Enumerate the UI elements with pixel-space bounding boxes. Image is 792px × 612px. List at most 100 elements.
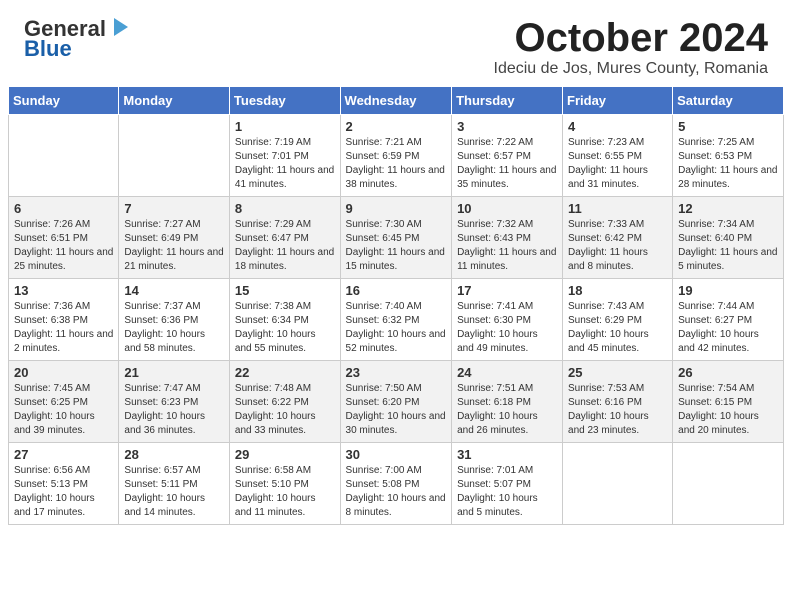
table-row: 15Sunrise: 7:38 AM Sunset: 6:34 PM Dayli… bbox=[229, 279, 340, 361]
day-number: 22 bbox=[235, 365, 335, 380]
calendar-wrapper: Sunday Monday Tuesday Wednesday Thursday… bbox=[0, 86, 792, 533]
col-sunday: Sunday bbox=[9, 87, 119, 115]
logo-arrow-icon bbox=[108, 16, 130, 38]
calendar-table: Sunday Monday Tuesday Wednesday Thursday… bbox=[8, 86, 784, 525]
day-info: Sunrise: 7:40 AM Sunset: 6:32 PM Dayligh… bbox=[346, 300, 447, 356]
table-row: 27 Sunrise: 6:56 AM Sunset: 5:13 PM Dayli… bbox=[9, 443, 119, 525]
day-number: 28 bbox=[124, 447, 224, 462]
day-info: Sunrise: 7:34 AM Sunset: 6:40 PM Dayligh… bbox=[678, 218, 778, 274]
day-info: Sunrise: 7:22 AM Sunset: 6:57 PM Dayligh… bbox=[457, 136, 557, 192]
table-row: 19 Sunrise: 7:44 AM Sunset: 6:27 PM Dayli… bbox=[673, 279, 784, 361]
table-row: 1 Sunrise: 7:19 AM Sunset: 7:01 PM Daylig… bbox=[229, 115, 340, 197]
table-row: 20 Sunrise: 7:45 AM Sunset: 6:25 PM Dayli… bbox=[9, 361, 119, 443]
day-number: 8 bbox=[235, 201, 335, 216]
table-row: 23 Sunrise: 7:50 AM Sunset: 6:20 PM Dayli… bbox=[340, 361, 452, 443]
day-number: 11 bbox=[568, 201, 667, 216]
table-row bbox=[563, 443, 673, 525]
day-info: Sunrise: 7:43 AM Sunset: 6:29 PM Dayligh… bbox=[568, 300, 667, 356]
day-number: 17 bbox=[457, 283, 557, 298]
day-number: 24 bbox=[457, 365, 557, 380]
day-number: 1 bbox=[235, 119, 335, 134]
col-monday: Monday bbox=[119, 87, 230, 115]
day-info: Sunrise: 7:00 AM Sunset: 5:08 PM Dayligh… bbox=[346, 464, 447, 520]
table-row: 4 Sunrise: 7:23 AM Sunset: 6:55 PM Daylig… bbox=[563, 115, 673, 197]
day-info: Sunrise: 7:44 AM Sunset: 6:27 PM Dayligh… bbox=[678, 300, 778, 356]
day-number: 18 bbox=[568, 283, 667, 298]
day-info: Sunrise: 7:01 AM Sunset: 5:07 PM Dayligh… bbox=[457, 464, 557, 520]
day-info: Sunrise: 7:45 AM Sunset: 6:25 PM Dayligh… bbox=[14, 382, 113, 438]
day-number: 27 bbox=[14, 447, 113, 462]
day-info: Sunrise: 7:37 AM Sunset: 6:36 PM Dayligh… bbox=[124, 300, 224, 356]
day-info: Sunrise: 6:57 AM Sunset: 5:11 PM Dayligh… bbox=[124, 464, 224, 520]
table-row: 3 Sunrise: 7:22 AM Sunset: 6:57 PM Daylig… bbox=[452, 115, 563, 197]
table-row bbox=[119, 115, 230, 197]
day-number: 12 bbox=[678, 201, 778, 216]
day-number: 29 bbox=[235, 447, 335, 462]
day-number: 2 bbox=[346, 119, 447, 134]
day-number: 9 bbox=[346, 201, 447, 216]
day-number: 7 bbox=[124, 201, 224, 216]
day-number: 5 bbox=[678, 119, 778, 134]
calendar-week-2: 6 Sunrise: 7:26 AM Sunset: 6:51 PM Daylig… bbox=[9, 197, 784, 279]
day-number: 4 bbox=[568, 119, 667, 134]
day-info: Sunrise: 7:25 AM Sunset: 6:53 PM Dayligh… bbox=[678, 136, 778, 192]
table-row: 7 Sunrise: 7:27 AM Sunset: 6:49 PM Daylig… bbox=[119, 197, 230, 279]
day-number: 20 bbox=[14, 365, 113, 380]
day-info: Sunrise: 7:51 AM Sunset: 6:18 PM Dayligh… bbox=[457, 382, 557, 438]
table-row: 21 Sunrise: 7:47 AM Sunset: 6:23 PM Dayli… bbox=[119, 361, 230, 443]
table-row: 22Sunrise: 7:48 AM Sunset: 6:22 PM Dayli… bbox=[229, 361, 340, 443]
day-info: Sunrise: 6:56 AM Sunset: 5:13 PM Dayligh… bbox=[14, 464, 113, 520]
day-info: Sunrise: 7:30 AM Sunset: 6:45 PM Dayligh… bbox=[346, 218, 447, 274]
calendar-header-row: Sunday Monday Tuesday Wednesday Thursday… bbox=[9, 87, 784, 115]
day-info: Sunrise: 7:21 AM Sunset: 6:59 PM Dayligh… bbox=[346, 136, 447, 192]
table-row bbox=[9, 115, 119, 197]
col-saturday: Saturday bbox=[673, 87, 784, 115]
table-row bbox=[673, 443, 784, 525]
calendar-week-5: 27 Sunrise: 6:56 AM Sunset: 5:13 PM Dayli… bbox=[9, 443, 784, 525]
day-info: Sunrise: 7:50 AM Sunset: 6:20 PM Dayligh… bbox=[346, 382, 447, 438]
table-row: 10 Sunrise: 7:32 AM Sunset: 6:43 PM Dayli… bbox=[452, 197, 563, 279]
day-number: 3 bbox=[457, 119, 557, 134]
calendar-week-4: 20 Sunrise: 7:45 AM Sunset: 6:25 PM Dayli… bbox=[9, 361, 784, 443]
table-row: 12 Sunrise: 7:34 AM Sunset: 6:40 PM Dayli… bbox=[673, 197, 784, 279]
day-number: 10 bbox=[457, 201, 557, 216]
table-row: 14Sunrise: 7:37 AM Sunset: 6:36 PM Dayli… bbox=[119, 279, 230, 361]
day-number: 26 bbox=[678, 365, 778, 380]
table-row: 5 Sunrise: 7:25 AM Sunset: 6:53 PM Daylig… bbox=[673, 115, 784, 197]
day-info: Sunrise: 7:27 AM Sunset: 6:49 PM Dayligh… bbox=[124, 218, 224, 274]
day-info: Sunrise: 7:23 AM Sunset: 6:55 PM Dayligh… bbox=[568, 136, 667, 192]
table-row: 13Sunrise: 7:36 AM Sunset: 6:38 PM Dayli… bbox=[9, 279, 119, 361]
col-thursday: Thursday bbox=[452, 87, 563, 115]
day-info: Sunrise: 7:19 AM Sunset: 7:01 PM Dayligh… bbox=[235, 136, 335, 192]
col-friday: Friday bbox=[563, 87, 673, 115]
day-number: 25 bbox=[568, 365, 667, 380]
day-info: Sunrise: 7:38 AM Sunset: 6:34 PM Dayligh… bbox=[235, 300, 335, 356]
month-title: October 2024 bbox=[494, 16, 769, 60]
page-header: General Blue October 2024 Ideciu de Jos,… bbox=[0, 0, 792, 86]
logo-blue: Blue bbox=[24, 36, 72, 62]
col-tuesday: Tuesday bbox=[229, 87, 340, 115]
day-number: 21 bbox=[124, 365, 224, 380]
location-subtitle: Ideciu de Jos, Mures County, Romania bbox=[494, 60, 769, 78]
table-row: 8Sunrise: 7:29 AM Sunset: 6:47 PM Daylig… bbox=[229, 197, 340, 279]
calendar-week-3: 13Sunrise: 7:36 AM Sunset: 6:38 PM Dayli… bbox=[9, 279, 784, 361]
day-info: Sunrise: 7:26 AM Sunset: 6:51 PM Dayligh… bbox=[14, 218, 113, 274]
day-info: Sunrise: 7:54 AM Sunset: 6:15 PM Dayligh… bbox=[678, 382, 778, 438]
day-info: Sunrise: 7:53 AM Sunset: 6:16 PM Dayligh… bbox=[568, 382, 667, 438]
table-row: 17 Sunrise: 7:41 AM Sunset: 6:30 PM Dayli… bbox=[452, 279, 563, 361]
title-section: October 2024 Ideciu de Jos, Mures County… bbox=[494, 16, 769, 78]
day-info: Sunrise: 7:36 AM Sunset: 6:38 PM Dayligh… bbox=[14, 300, 113, 356]
table-row: 24 Sunrise: 7:51 AM Sunset: 6:18 PM Dayli… bbox=[452, 361, 563, 443]
day-info: Sunrise: 7:47 AM Sunset: 6:23 PM Dayligh… bbox=[124, 382, 224, 438]
table-row: 30 Sunrise: 7:00 AM Sunset: 5:08 PM Dayli… bbox=[340, 443, 452, 525]
table-row: 29Sunrise: 6:58 AM Sunset: 5:10 PM Dayli… bbox=[229, 443, 340, 525]
day-number: 6 bbox=[14, 201, 113, 216]
day-number: 19 bbox=[678, 283, 778, 298]
day-info: Sunrise: 7:32 AM Sunset: 6:43 PM Dayligh… bbox=[457, 218, 557, 274]
day-number: 23 bbox=[346, 365, 447, 380]
table-row: 11Sunrise: 7:33 AM Sunset: 6:42 PM Dayli… bbox=[563, 197, 673, 279]
table-row: 26 Sunrise: 7:54 AM Sunset: 6:15 PM Dayli… bbox=[673, 361, 784, 443]
day-number: 30 bbox=[346, 447, 447, 462]
table-row: 2 Sunrise: 7:21 AM Sunset: 6:59 PM Daylig… bbox=[340, 115, 452, 197]
day-info: Sunrise: 7:41 AM Sunset: 6:30 PM Dayligh… bbox=[457, 300, 557, 356]
